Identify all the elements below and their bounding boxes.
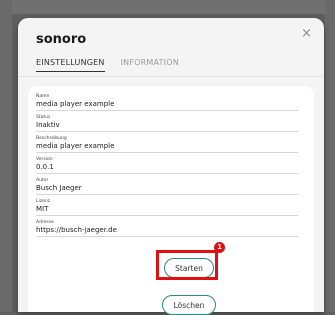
field-value: MIT [36,205,49,213]
annotation-badge: 1 [214,242,225,253]
field-value: media player example [36,100,115,108]
field-underline [36,215,298,216]
delete-button[interactable]: Löschen [162,295,216,315]
dialog-title: sonoro [36,32,87,47]
field-autor: Autor Busch Jaeger [36,178,298,195]
tab-einstellungen[interactable]: EINSTELLUNGEN [36,58,105,72]
app-settings-dialog: sonoro × EINSTELLUNGEN INFORMATION Name … [18,18,324,315]
field-beschreibung: Beschreibung media player example [36,136,298,153]
field-lizenz: Lizenz MIT [36,199,298,216]
background-top [0,0,335,14]
field-adresse: Adresse https://busch-jaeger.de [36,220,298,237]
field-underline [36,110,298,111]
field-underline [36,152,298,153]
tab-bar: EINSTELLUNGEN INFORMATION [36,58,179,72]
field-value: https://busch-jaeger.de [36,226,117,234]
annotation-highlight-box [156,250,218,280]
field-underline [36,236,298,237]
field-underline [36,173,298,174]
field-value: media player example [36,142,115,150]
settings-card: Name media player example Status Inaktiv… [28,86,314,315]
close-icon[interactable]: × [301,26,312,41]
background-right [325,0,335,312]
field-status: Status Inaktiv [36,115,298,132]
field-name: Name media player example [36,94,298,111]
field-value: Inaktiv [36,121,60,129]
tab-divider [18,76,324,77]
tab-information[interactable]: INFORMATION [121,58,179,72]
field-version: Version 0.0.1 [36,157,298,174]
field-value: 0.0.1 [36,163,54,171]
field-underline [36,194,298,195]
field-underline [36,131,298,132]
field-value: Busch Jaeger [36,184,82,192]
background-left [0,0,12,312]
